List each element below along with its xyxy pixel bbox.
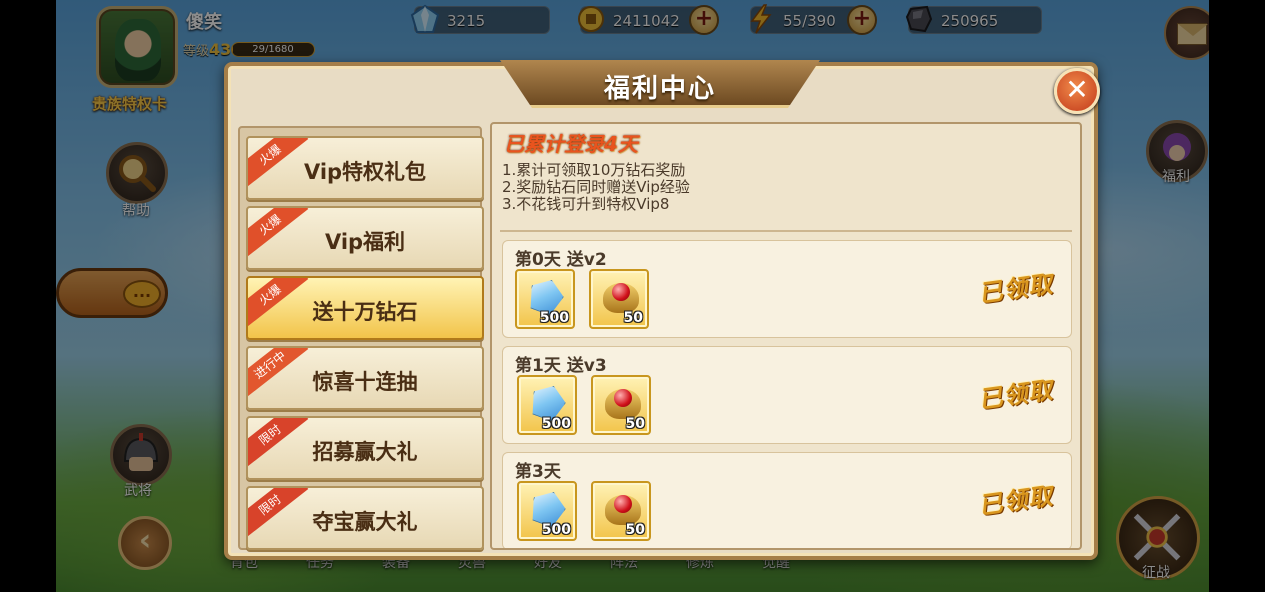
reward-qty: 500 [541,416,571,432]
reward-row: 第1天 送v3 500 50 已领取 [502,346,1072,444]
reward-qty: 50 [625,416,645,432]
welfare-menu: 火爆 Vip特权礼包 火爆 Vip福利 火爆 送十万钻石 进行中 惊喜十连抽 限… [238,126,484,550]
reward-row: 第0天 送v2 500 50 已领取 [502,240,1072,338]
day-title: 第3天 [515,462,561,482]
diamond-reward[interactable]: 500 [517,481,577,541]
menu-item-label: 送十万钻石 [312,300,418,324]
dialog-title: 福利中心 [603,74,716,104]
login-days-title: 已累计登录4天 [504,132,638,156]
diamond-reward[interactable]: 500 [517,375,577,435]
reward-qty: 500 [541,522,571,538]
game-background: 傻笑 等级43 29/1680 贵族特权卡 3215 2411042 + 55/… [56,0,1209,592]
title-banner: 福利中心 [500,60,820,108]
vip-orb-reward[interactable]: 50 [591,481,651,541]
vip-orb-reward[interactable]: 50 [589,269,649,329]
reward-qty: 50 [625,522,645,538]
close-button[interactable]: ✕ [1054,68,1100,114]
day-title: 第1天 送v3 [515,356,607,376]
menu-item-recruit[interactable]: 限时 招募赢大礼 [246,416,484,480]
reward-row: 第3天 500 50 已领取 [502,452,1072,548]
claimed-status: 已领取 [976,481,1055,521]
menu-item-label: 夺宝赢大礼 [312,510,418,534]
menu-item-diamonds[interactable]: 火爆 送十万钻石 [246,276,484,340]
divider [500,230,1072,232]
reward-qty: 50 [623,310,643,326]
vip-orb-icon [605,491,641,525]
day-title: 第0天 送v2 [515,250,607,270]
description-line: 1.累计可领取10万钻石奖励 [502,161,686,179]
menu-item-ten-draw[interactable]: 进行中 惊喜十连抽 [246,346,484,410]
menu-item-vip-pack[interactable]: 火爆 Vip特权礼包 [246,136,484,200]
menu-item-label: 招募赢大礼 [312,440,418,464]
menu-item-treasure[interactable]: 限时 夺宝赢大礼 [246,486,484,550]
description-line: 2.奖励钻石同时赠送Vip经验 [502,178,690,196]
menu-item-label: Vip特权礼包 [303,160,427,184]
description: 1.累计可领取10万钻石奖励 2.奖励钻石同时赠送Vip经验 3.不花钱可升到特… [502,162,690,213]
description-line: 3.不花钱可升到特权Vip8 [502,195,670,213]
vip-orb-reward[interactable]: 50 [591,375,651,435]
welfare-center-dialog: 福利中心 ✕ 火爆 Vip特权礼包 火爆 Vip福利 火爆 送十万钻石 进行中 … [224,60,1100,560]
welfare-content: 已累计登录4天 1.累计可领取10万钻石奖励 2.奖励钻石同时赠送Vip经验 3… [490,122,1082,550]
claimed-status: 已领取 [976,375,1055,415]
diamond-reward[interactable]: 500 [515,269,575,329]
reward-qty: 500 [539,310,569,326]
menu-item-label: Vip福利 [324,230,406,254]
menu-item-vip-welfare[interactable]: 火爆 Vip福利 [246,206,484,270]
claimed-status: 已领取 [976,269,1055,309]
menu-item-label: 惊喜十连抽 [312,370,418,394]
vip-orb-icon [605,385,641,419]
vip-orb-icon [603,279,639,313]
